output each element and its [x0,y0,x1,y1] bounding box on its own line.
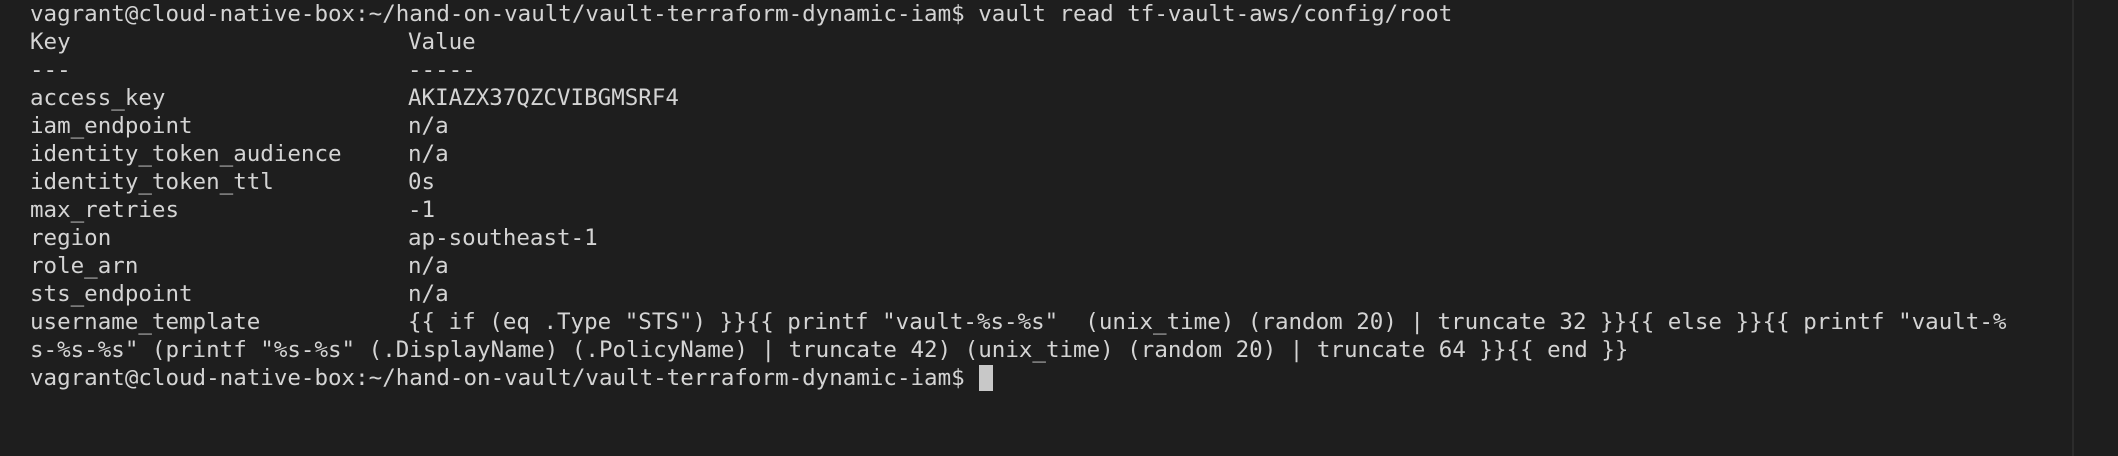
table-row: identity_token_ttl 0s [30,168,2072,196]
value-column-header: Value [408,29,476,55]
table-row: role_arn n/a [30,252,2072,280]
scrollbar-track[interactable] [2072,0,2118,456]
row-key: iam_endpoint [30,113,193,139]
row-key: role_arn [30,253,139,279]
row-key: identity_token_audience [30,141,342,167]
table-row: access_key AKIAZX37QZCVIBGMSRF4 [30,84,2072,112]
wrapped-output-line: s-%s-%s" (printf "%s-%s" (.DisplayName) … [30,337,1629,363]
row-key: sts_endpoint [30,281,193,307]
row-value: 0s [408,169,436,195]
command-line: vagrant@cloud-native-box:~/hand-on-vault… [30,1,1453,27]
table-row: iam_endpoint n/a [30,112,2072,140]
row-key: username_template [30,309,261,335]
row-value: n/a [408,281,449,307]
key-separator: --- [30,57,71,83]
row-value: n/a [408,141,449,167]
current-prompt-line[interactable]: vagrant@cloud-native-box:~/hand-on-vault… [30,364,2072,392]
terminal-window[interactable]: vagrant@cloud-native-box:~/hand-on-vault… [0,0,2072,456]
table-row: max_retries -1 [30,196,2072,224]
table-row: sts_endpoint n/a [30,280,2072,308]
row-value: n/a [408,113,449,139]
table-separator: --- ----- [30,56,2072,84]
table-row: identity_token_audience n/a [30,140,2072,168]
row-value: ap-southeast-1 [408,225,598,251]
table-header: Key Value [30,28,2072,56]
row-value: AKIAZX37QZCVIBGMSRF4 [408,85,679,111]
value-separator: ----- [408,57,476,83]
row-key: region [30,225,112,251]
prompt-text: vagrant@cloud-native-box:~/hand-on-vault… [30,365,965,391]
table-row: region ap-southeast-1 [30,224,2072,252]
key-column-header: Key [30,29,71,55]
row-key: access_key [30,85,166,111]
row-key: max_retries [30,197,180,223]
row-value: {{ if (eq .Type "STS") }}{{ printf "vaul… [408,309,2007,335]
row-value: -1 [408,197,436,223]
table-row: username_template {{ if (eq .Type "STS")… [30,308,2072,336]
row-value: n/a [408,253,449,279]
row-key: identity_token_ttl [30,169,274,195]
text-cursor [978,365,993,391]
